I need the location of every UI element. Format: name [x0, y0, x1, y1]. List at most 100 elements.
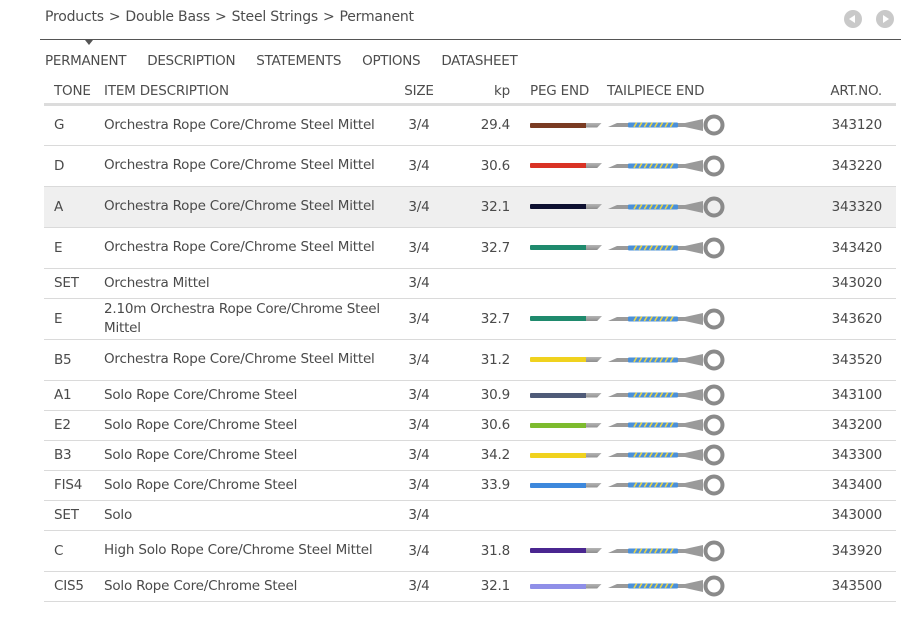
table-row[interactable]: D Orchestra Rope Core/Chrome Steel Mittel…: [44, 145, 896, 187]
cell-size: 3/4: [394, 530, 444, 572]
cell-tailpiece-end: [607, 380, 747, 411]
cell-size: 3/4: [394, 227, 444, 269]
table-row[interactable]: A Orchestra Rope Core/Chrome Steel Mittel…: [44, 186, 896, 228]
cell-tailpiece-end: [607, 410, 747, 441]
cell-tailpiece-end: [607, 339, 747, 381]
peg-end-color-icon: [530, 452, 602, 458]
cell-peg-end: [510, 530, 607, 572]
peg-end-tip: [586, 122, 602, 128]
peg-end-tip: [586, 316, 602, 321]
cell-art-no: 343220: [747, 145, 896, 187]
cell-item-description: Solo: [104, 500, 394, 531]
active-tab-indicator-icon: [85, 40, 93, 45]
table-row[interactable]: FIS4 Solo Rope Core/Chrome Steel 3/4 33.9 34…: [44, 470, 896, 501]
table-header-row: TONE ITEM DESCRIPTION SIZE kp PEG END TA…: [44, 80, 896, 106]
tab-bar: PERMANENT DESCRIPTION STATEMENTS OPTIONS…: [45, 53, 538, 69]
cell-size: 3/4: [394, 500, 444, 531]
cell-tone: SET: [44, 500, 104, 531]
peg-end-color-swatch: [530, 583, 586, 589]
cell-art-no: 343020: [747, 268, 896, 299]
header-tailpiece-end: TAILPIECE END: [607, 80, 747, 106]
cell-peg-end: [510, 440, 607, 471]
cell-kp: 31.2: [444, 339, 510, 381]
cell-kp: 32.1: [444, 571, 510, 602]
tailpiece-end-ball-icon: [608, 196, 725, 217]
peg-end-tip: [586, 583, 602, 589]
cell-art-no: 343200: [747, 410, 896, 441]
peg-end-color-swatch: [530, 204, 586, 209]
chevron-left-circle-icon[interactable]: [844, 10, 862, 28]
peg-end-color-swatch: [530, 482, 586, 488]
cell-kp: 34.2: [444, 440, 510, 471]
peg-end-color-swatch: [530, 163, 586, 168]
cell-tone: E: [44, 298, 104, 340]
cell-kp: 30.6: [444, 145, 510, 187]
cell-tailpiece-end: [607, 145, 747, 187]
tab-statements[interactable]: STATEMENTS: [256, 53, 341, 69]
cell-item-description: 2.10m Orchestra Rope Core/Chrome Steel M…: [104, 298, 394, 340]
tab-datasheet[interactable]: DATASHEET: [441, 53, 517, 69]
breadcrumb-steel-strings[interactable]: Steel Strings: [232, 9, 319, 25]
table-row[interactable]: B5 Orchestra Rope Core/Chrome Steel Mitte…: [44, 339, 896, 381]
table-row[interactable]: CIS5 Solo Rope Core/Chrome Steel 3/4 32.1 34…: [44, 571, 896, 602]
cell-peg-end: [510, 145, 607, 187]
peg-end-color-icon: [530, 122, 602, 128]
table-row[interactable]: E Orchestra Rope Core/Chrome Steel Mittel…: [44, 227, 896, 269]
table-row[interactable]: C High Solo Rope Core/Chrome Steel Mittel…: [44, 530, 896, 572]
breadcrumb-products[interactable]: Products: [45, 9, 104, 25]
tailpiece-end-ball-icon: [608, 575, 725, 597]
breadcrumb-separator: >: [322, 9, 335, 25]
table-row[interactable]: E 2.10m Orchestra Rope Core/Chrome Steel …: [44, 298, 896, 340]
cell-peg-end: [510, 470, 607, 501]
breadcrumb-double-bass[interactable]: Double Bass: [125, 9, 210, 25]
chevron-right-circle-icon[interactable]: [876, 10, 894, 28]
cell-kp: 32.7: [444, 298, 510, 340]
table-row[interactable]: B3 Solo Rope Core/Chrome Steel 3/4 34.2 3433…: [44, 440, 896, 471]
cell-kp: 33.9: [444, 470, 510, 501]
table-row[interactable]: E2 Solo Rope Core/Chrome Steel 3/4 30.6 3432…: [44, 410, 896, 441]
peg-end-color-icon: [530, 245, 602, 250]
tailpiece-end-ball-icon: [608, 308, 725, 329]
cell-art-no: 343320: [747, 186, 896, 228]
peg-end-tip: [586, 163, 602, 168]
tailpiece-end-ball-icon: [608, 384, 725, 406]
peg-end-tip: [586, 392, 602, 398]
cell-item-description: Solo Rope Core/Chrome Steel: [104, 410, 394, 441]
peg-end-tip: [586, 204, 602, 209]
cell-tone: D: [44, 145, 104, 187]
cell-tone: FIS4: [44, 470, 104, 501]
header-peg-end: PEG END: [510, 80, 607, 106]
peg-end-color-icon: [530, 392, 602, 398]
peg-end-color-icon: [530, 204, 602, 209]
table-row[interactable]: G Orchestra Rope Core/Chrome Steel Mittel…: [44, 104, 896, 146]
peg-end-tip: [586, 548, 602, 553]
cell-item-description: Orchestra Rope Core/Chrome Steel Mittel: [104, 186, 394, 228]
peg-end-color-swatch: [530, 122, 586, 128]
cell-tone: E: [44, 227, 104, 269]
cell-item-description: Orchestra Rope Core/Chrome Steel Mittel: [104, 339, 394, 381]
cell-kp: 30.9: [444, 380, 510, 411]
table-row[interactable]: A1 Solo Rope Core/Chrome Steel 3/4 30.9 3431…: [44, 380, 896, 411]
cell-peg-end: [510, 186, 607, 228]
table-row[interactable]: SET Orchestra Mittel 3/4 343020: [44, 268, 896, 299]
cell-tone: A: [44, 186, 104, 228]
cell-size: 3/4: [394, 470, 444, 501]
cell-art-no: 343400: [747, 470, 896, 501]
header-art-no: ART.NO.: [747, 80, 896, 106]
cell-art-no: 343120: [747, 104, 896, 146]
cell-size: 3/4: [394, 145, 444, 187]
cell-size: 3/4: [394, 298, 444, 340]
cell-size: 3/4: [394, 440, 444, 471]
tab-description[interactable]: DESCRIPTION: [147, 53, 235, 69]
cell-peg-end: [510, 268, 607, 299]
peg-end-color-swatch: [530, 422, 586, 428]
cell-kp: 29.4: [444, 104, 510, 146]
header-size: SIZE: [394, 80, 444, 106]
table-row[interactable]: SET Solo 3/4 343000: [44, 500, 896, 531]
tab-options[interactable]: OPTIONS: [362, 53, 421, 69]
cell-item-description: Solo Rope Core/Chrome Steel: [104, 470, 394, 501]
tab-permanent[interactable]: PERMANENT: [45, 53, 127, 69]
cell-tone: B5: [44, 339, 104, 381]
peg-end-color-swatch: [530, 392, 586, 398]
cell-peg-end: [510, 410, 607, 441]
